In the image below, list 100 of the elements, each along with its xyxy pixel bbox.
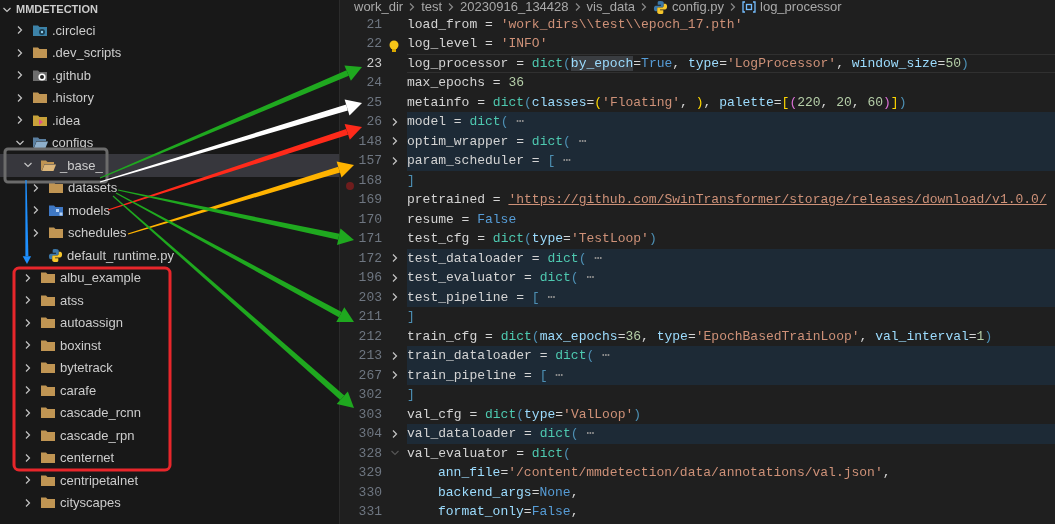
chevron-icon — [728, 2, 738, 13]
tree-item[interactable]: models — [0, 199, 339, 222]
tree-item[interactable]: .idea — [0, 109, 339, 132]
tree-item[interactable]: centripetalnet — [0, 469, 339, 492]
line-number: 302 — [358, 387, 382, 402]
line-number: 22 — [366, 36, 382, 51]
breadcrumb-item[interactable]: 20230916_134428 — [460, 0, 569, 15]
line-number: 196 — [358, 270, 382, 285]
line-number: 24 — [366, 75, 382, 90]
line-number: 171 — [358, 231, 382, 246]
line-number: 331 — [358, 504, 382, 519]
line-number: 304 — [358, 426, 382, 441]
line-number: 330 — [358, 484, 382, 500]
folder-icon — [48, 203, 64, 217]
tree-item[interactable]: centernet — [0, 446, 339, 469]
line-number: 213 — [358, 348, 382, 363]
line-number: 329 — [358, 465, 382, 480]
open-folder-icon — [40, 158, 56, 172]
chevron-icon — [23, 452, 33, 463]
breadcrumb-item[interactable]: vis_data — [586, 0, 635, 15]
folder-icon — [40, 428, 56, 442]
folder-icon — [32, 113, 48, 127]
line-number: 212 — [358, 328, 382, 344]
folder-icon — [32, 91, 48, 105]
chevron-icon — [15, 47, 25, 58]
line-number: 23 — [366, 55, 382, 71]
chevron-icon — [31, 227, 41, 238]
code-line: test_evaluator = dict( ⋯ — [407, 270, 595, 285]
folder-icon — [32, 23, 48, 37]
folder-icon — [48, 226, 64, 240]
code-line: log_level = 'INFO' — [407, 36, 548, 51]
folder-icon — [40, 406, 56, 420]
tree-item[interactable]: atss — [0, 289, 339, 312]
explorer-title: MMDETECTION — [16, 2, 98, 18]
tree-item[interactable]: .history — [0, 86, 339, 109]
line-number: 328 — [358, 445, 382, 461]
tree-item[interactable]: cascade_rcnn — [0, 401, 339, 424]
chevron-icon — [23, 295, 33, 306]
line-number: 21 — [366, 16, 382, 32]
tree-item[interactable]: autoassign — [0, 311, 339, 334]
chevron-icon — [31, 205, 41, 216]
line-number: 303 — [358, 406, 382, 422]
symbol-icon — [742, 1, 756, 14]
breadcrumb-item[interactable]: log_processor — [760, 0, 842, 15]
open-folder-icon — [32, 136, 48, 150]
chevron-icon — [15, 92, 25, 103]
breadcrumb-item[interactable]: config.py — [671, 0, 724, 15]
tree-item[interactable]: boxinst — [0, 334, 339, 357]
code-line: metainfo = dict(classes=('Floating', ), palette=[(220, 20, 60)]) — [407, 94, 907, 110]
line-number: 157 — [358, 153, 382, 168]
line-number: 169 — [358, 192, 382, 207]
tree-item[interactable]: bytetrack — [0, 356, 339, 379]
code-line: pretrained = 'https://github.com/SwinTransformer/storage/releases/download/v1.0.0/ — [407, 192, 1047, 207]
line-number: 148 — [358, 133, 382, 149]
code-line: ] — [407, 309, 415, 324]
code-line: log_processor = dict(by_epoch=True, type='LogProcessor', window_size=50) — [407, 55, 969, 71]
chevron-icon — [15, 115, 25, 126]
code-line: test_dataloader = dict( ⋯ — [407, 250, 603, 266]
tree-item[interactable]: schedules — [0, 221, 339, 244]
breadcrumb-item[interactable]: work_dir — [354, 0, 404, 15]
folder-icon — [40, 316, 56, 330]
folder-icon — [40, 361, 56, 375]
tree-item[interactable]: .github — [0, 64, 339, 87]
line-number: 168 — [358, 172, 382, 188]
tree-item[interactable]: albu_example — [0, 266, 339, 289]
chevron-icon — [23, 475, 33, 486]
code-line: train_dataloader = dict( ⋯ — [407, 348, 610, 363]
code-line: train_pipeline = [ ⋯ — [407, 367, 564, 383]
tree-item[interactable]: .dev_scripts — [0, 41, 339, 64]
chevron-icon — [31, 182, 41, 193]
breadcrumb-item[interactable]: test — [421, 0, 443, 15]
tree-item[interactable]: .circleci — [0, 19, 339, 42]
tree-item[interactable]: datasets — [0, 176, 339, 199]
code-line: optim_wrapper = dict( ⋯ — [407, 133, 587, 149]
folder-icon — [40, 451, 56, 465]
chevron-icon — [23, 407, 33, 418]
folder-icon — [40, 383, 56, 397]
python-icon — [652, 0, 668, 15]
code-line: format_only=False, — [438, 504, 579, 519]
line-number: 267 — [358, 367, 382, 383]
tree-item[interactable]: cityscapes — [0, 491, 339, 514]
tree-item[interactable]: default_runtime.py — [0, 244, 339, 267]
line-number: 211 — [358, 309, 382, 324]
tree-item[interactable]: cascade_rpn — [0, 424, 339, 447]
code-line: backend_args=None, — [438, 484, 579, 500]
folder-icon — [40, 271, 56, 285]
line-number: 172 — [358, 250, 382, 266]
line-number: 26 — [366, 114, 382, 129]
tree-item[interactable]: carafe — [0, 379, 339, 402]
folder-icon — [32, 68, 48, 82]
code-line: ] — [407, 387, 415, 402]
code-line: test_pipeline = [ ⋯ — [407, 289, 556, 305]
chevron-icon — [23, 272, 33, 283]
lightbulb-icon[interactable] — [388, 40, 400, 54]
folder-icon — [48, 181, 64, 195]
python-icon — [48, 247, 63, 263]
code-line: resume = False — [407, 211, 517, 227]
code-line: val_cfg = dict(type='ValLoop') — [407, 406, 642, 422]
code-line: load_from = 'work_dirs\\test\\epoch_17.pth' — [407, 16, 743, 32]
line-number: 203 — [358, 289, 382, 305]
